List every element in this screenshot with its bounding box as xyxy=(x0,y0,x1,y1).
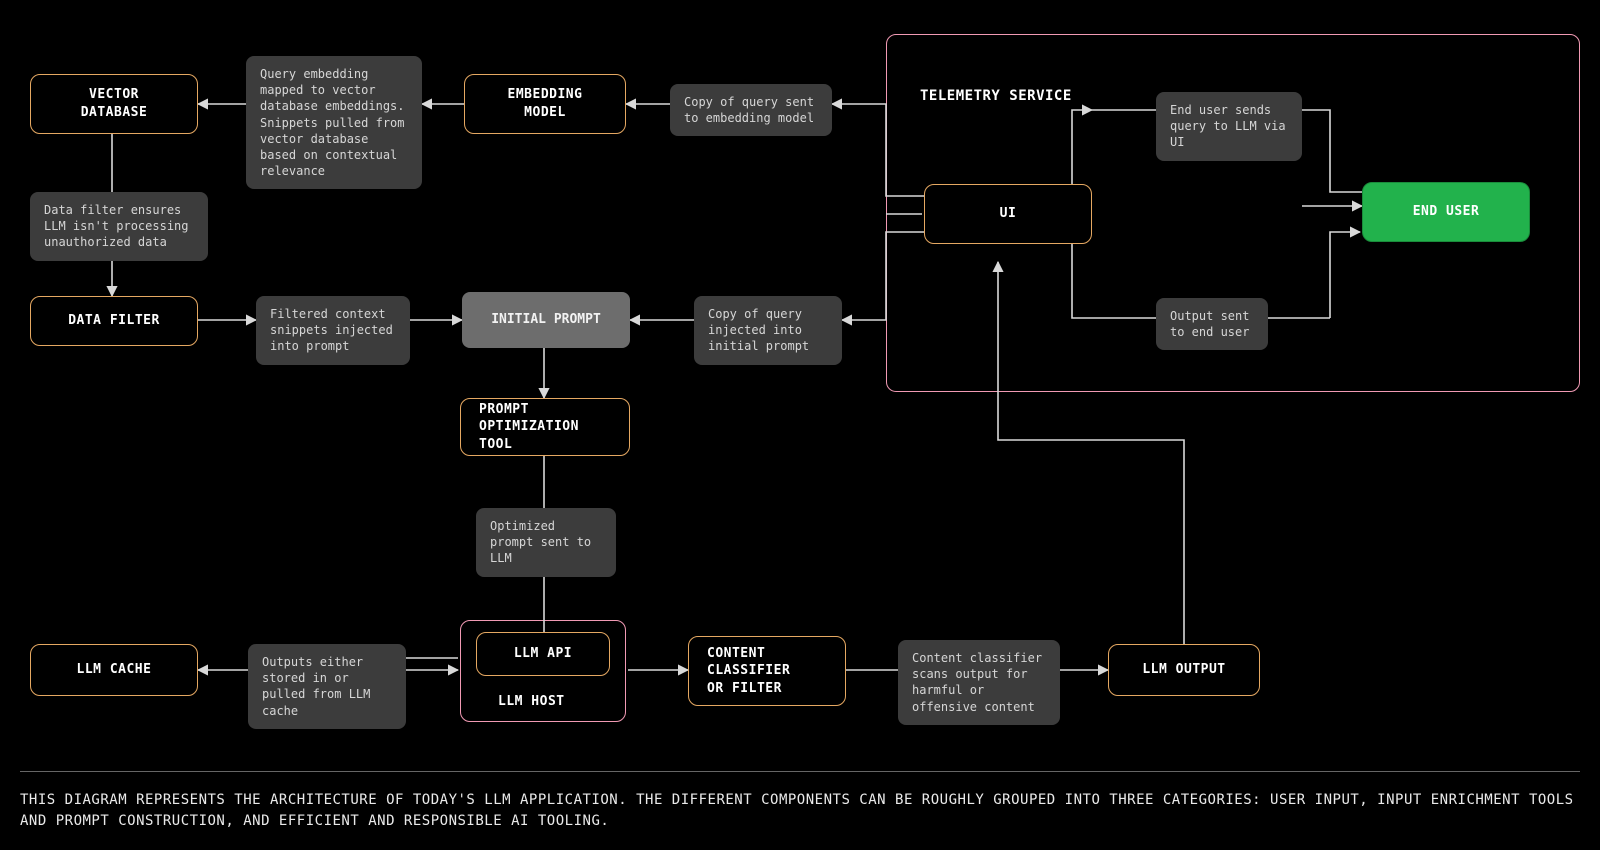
node-llm-cache: LLM CACHE xyxy=(30,644,198,696)
note-cache: Outputs either stored in or pulled from … xyxy=(248,644,406,729)
node-content-classifier: CONTENT CLASSIFIER OR FILTER xyxy=(688,636,846,706)
note-copy-to-embedding: Copy of query sent to embedding model xyxy=(670,84,832,136)
node-llm-output: LLM OUTPUT xyxy=(1108,644,1260,696)
telemetry-service-label: TELEMETRY SERVICE xyxy=(920,88,1072,104)
caption-text: THIS DIAGRAM REPRESENTS THE ARCHITECTURE… xyxy=(20,790,1580,832)
note-content-scan: Content classifier scans output for harm… xyxy=(898,640,1060,725)
node-llm-api: LLM API xyxy=(476,632,610,676)
node-end-user: END USER xyxy=(1362,182,1530,242)
note-output-sent: Output sent to end user xyxy=(1156,298,1268,350)
node-embedding-model: EMBEDDING MODEL xyxy=(464,74,626,134)
divider xyxy=(20,771,1580,772)
llm-host-label: LLM HOST xyxy=(498,694,565,709)
caption-wrap: THIS DIAGRAM REPRESENTS THE ARCHITECTURE… xyxy=(20,771,1580,832)
node-vector-database: VECTOR DATABASE xyxy=(30,74,198,134)
note-unauthorized-data: Data filter ensures LLM isn't processing… xyxy=(30,192,208,261)
diagram-canvas: TELEMETRY SERVICE xyxy=(0,0,1600,850)
node-initial-prompt: INITIAL PROMPT xyxy=(462,292,630,348)
note-end-user-sends: End user sends query to LLM via UI xyxy=(1156,92,1302,161)
note-copy-to-initial: Copy of query injected into initial prom… xyxy=(694,296,842,365)
note-embedding-mapping: Query embedding mapped to vector databas… xyxy=(246,56,422,189)
node-prompt-optimization: PROMPT OPTIMIZATION TOOL xyxy=(460,398,630,456)
note-filtered-context: Filtered context snippets injected into … xyxy=(256,296,410,365)
note-optimized-prompt: Optimized prompt sent to LLM xyxy=(476,508,616,577)
node-ui: UI xyxy=(924,184,1092,244)
node-data-filter: DATA FILTER xyxy=(30,296,198,346)
